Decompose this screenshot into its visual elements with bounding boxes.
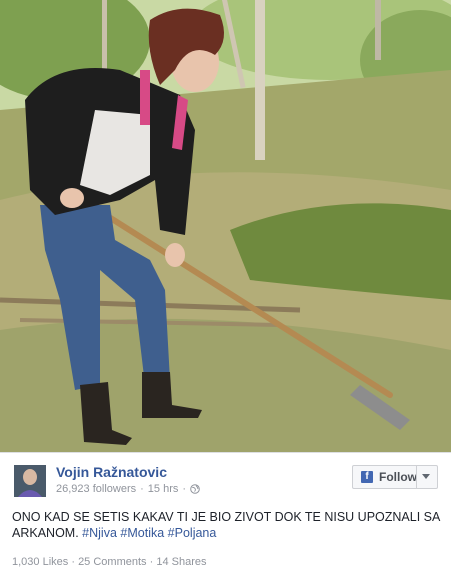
follow-button[interactable]: f Follow: [352, 465, 438, 489]
likes-count[interactable]: 1,030 Likes: [12, 556, 68, 568]
post-photo[interactable]: [0, 0, 451, 452]
shares-count[interactable]: 14 Shares: [156, 556, 206, 568]
post-card: Vojin Ražnatovic 26,923 followers · 15 h…: [0, 452, 451, 578]
post-text: ONO KAD SE SETIS KAKAV TI JE BIO ZIVOT D…: [12, 509, 442, 541]
comments-count[interactable]: 25 Comments: [78, 556, 146, 568]
hashtag-link[interactable]: #Motika: [120, 526, 164, 540]
facebook-f-icon: f: [361, 471, 373, 483]
post-stats: 1,030 Likes · 25 Comments · 14 Shares: [12, 556, 207, 568]
chevron-down-icon[interactable]: [422, 474, 430, 479]
post-time[interactable]: 15 hrs: [148, 483, 179, 495]
stats-separator: ·: [71, 556, 75, 568]
follow-label: Follow: [379, 470, 417, 484]
meta-separator: ·: [140, 483, 144, 495]
hashtag-link[interactable]: #Njiva: [82, 526, 117, 540]
follow-divider: [416, 466, 417, 488]
post-meta: 26,923 followers · 15 hrs ·: [56, 483, 200, 495]
photo-scene: [0, 0, 451, 452]
author-name[interactable]: Vojin Ražnatovic: [56, 464, 167, 480]
stats-separator: ·: [149, 556, 154, 568]
meta-separator: ·: [182, 483, 187, 495]
avatar[interactable]: [14, 465, 46, 497]
globe-icon[interactable]: [190, 484, 200, 494]
followers-count: 26,923 followers: [56, 483, 137, 495]
hashtag-link[interactable]: #Poljana: [168, 526, 217, 540]
avatar-image: [14, 465, 46, 497]
post-body: ONO KAD SE SETIS KAKAV TI JE BIO ZIVOT D…: [12, 510, 440, 540]
